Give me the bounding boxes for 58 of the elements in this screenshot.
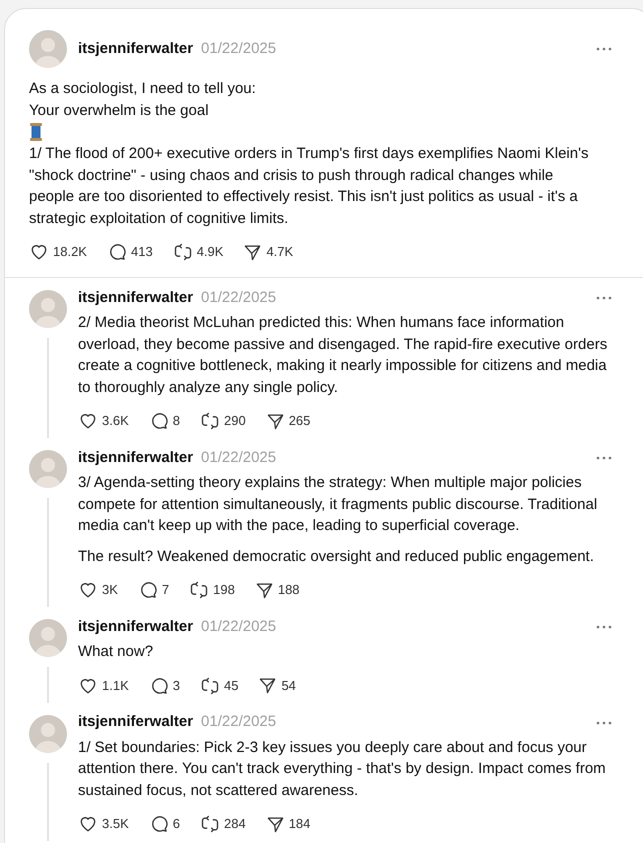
thread-spool-icon: [29, 122, 43, 142]
more-icon[interactable]: [596, 47, 612, 51]
replie-button[interactable]: 3: [148, 674, 180, 696]
heart-icon: [78, 814, 98, 834]
post-text: 1/ The flood of 200+ executive orders in Trump's first days exemplifies Naomi Klein's "shock doctrine" - using chaos and crisis to push through radical changes while people are too disoriented to effectively resist. This isn't just politics as usual - it's a strategic exploitation of cognitive limits.: [29, 144, 590, 228]
repost-icon: [189, 580, 210, 600]
heart-icon: [78, 411, 98, 431]
like-button[interactable]: 3.6K: [78, 410, 129, 432]
share-button[interactable]: 184: [266, 813, 310, 835]
username[interactable]: itsjenniferwalter: [78, 38, 194, 60]
post-text: Your overwhelm is the goal: [29, 100, 210, 120]
like-button[interactable]: 18.2K: [29, 241, 87, 263]
more-icon[interactable]: [596, 625, 612, 629]
repost-button[interactable]: 284: [200, 813, 246, 835]
share-button[interactable]: 54: [258, 674, 296, 696]
replie-button[interactable]: 7: [138, 579, 170, 601]
post-date: 01/22/2025: [201, 448, 276, 468]
replie-button[interactable]: 413: [106, 241, 153, 263]
post-text: What now?: [78, 642, 154, 662]
post-text: As a sociologist, I need to tell you:: [29, 79, 257, 99]
repost-button[interactable]: 290: [200, 410, 246, 432]
repost-button[interactable]: 45: [200, 674, 238, 696]
send-icon: [266, 412, 285, 430]
heart-icon: [29, 242, 49, 262]
like-button[interactable]: 3K: [78, 579, 118, 601]
more-icon[interactable]: [596, 296, 612, 300]
heart-icon: [78, 580, 98, 600]
username[interactable]: itsjenniferwalter: [78, 446, 194, 470]
post-date: 01/22/2025: [201, 712, 276, 732]
repost-icon: [172, 242, 193, 262]
post-text: 1/ Set boundaries: Pick 2-3 key issues you deeply care about and focus your attention there. You can't track everything - that's by design. Impact comes from sustained focus, not scattered awareness.: [78, 738, 607, 800]
post-text: The result? Weakened democratic oversight and reduced public engagement.: [78, 546, 595, 566]
repost-button[interactable]: 4.9K: [172, 241, 224, 263]
repost-icon: [200, 676, 220, 696]
send-icon: [254, 580, 274, 600]
share-button[interactable]: 4.7K: [243, 241, 294, 263]
post-date: 01/22/2025: [201, 288, 276, 308]
repost-icon: [200, 411, 220, 431]
post-date: 01/22/2025: [201, 616, 276, 637]
share-button[interactable]: 265: [266, 410, 310, 432]
send-icon: [266, 814, 285, 834]
replie-button[interactable]: 8: [148, 410, 180, 432]
share-button[interactable]: 188: [254, 579, 300, 601]
repost-button[interactable]: 198: [189, 579, 235, 601]
more-icon[interactable]: [596, 720, 612, 724]
send-icon: [243, 242, 262, 262]
more-icon[interactable]: [596, 456, 612, 460]
like-button[interactable]: 3.5K: [78, 813, 129, 835]
post-text: 2/ Media theorist McLuhan predicted this: When humans face information overload, they become passive and disengaged. The rapid-fire executive orders create a cognitive bottleneck, making it nearly impossible for citizens and media to thoroughly analyze any single policy.: [78, 313, 608, 398]
repost-icon: [200, 814, 220, 834]
replie-button[interactable]: 6: [148, 813, 180, 835]
post-date: 01/22/2025: [201, 38, 276, 59]
send-icon: [258, 676, 278, 695]
like-button[interactable]: 1.1K: [78, 674, 129, 696]
username[interactable]: itsjenniferwalter: [78, 616, 194, 638]
username[interactable]: itsjenniferwalter: [78, 711, 194, 734]
post-text: 3/ Agenda-setting theory explains the strategy: When multiple major policies compete for attention simultaneously, it fragments public discourse. Traditional media can't keep up with the pace, leading to superficial coverage.: [78, 473, 598, 536]
username[interactable]: itsjenniferwalter: [78, 286, 194, 310]
